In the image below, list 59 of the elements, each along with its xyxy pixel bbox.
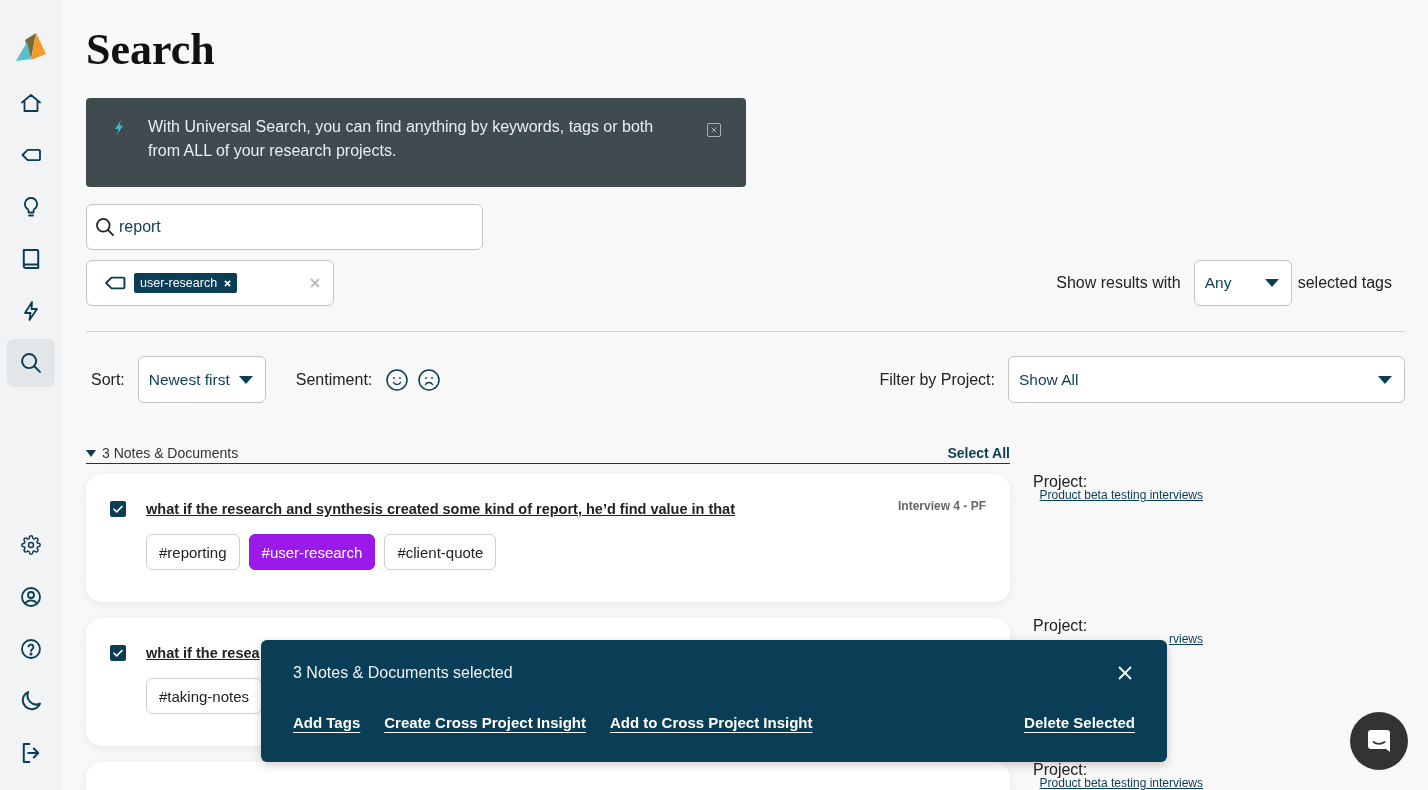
project-link[interactable]: Product beta testing interviews bbox=[1039, 489, 1203, 501]
tag-icon bbox=[104, 276, 126, 290]
tag-match-dropdown[interactable]: Any bbox=[1193, 260, 1292, 306]
sort-dropdown[interactable]: Newest first bbox=[137, 356, 266, 403]
smiley-icon[interactable] bbox=[386, 368, 409, 391]
search-field[interactable]: report bbox=[86, 204, 483, 250]
note-title-link[interactable]: what if the resea bbox=[146, 642, 260, 664]
project-dropdown[interactable]: Show All bbox=[1008, 356, 1405, 403]
action-link[interactable]: Add Tags bbox=[293, 713, 361, 733]
project-link[interactable]: rviews bbox=[1169, 633, 1203, 645]
tag-pill[interactable]: #client-quote bbox=[384, 534, 497, 570]
moon-icon bbox=[21, 691, 41, 711]
action-link[interactable]: Add to Cross Project Insight bbox=[609, 713, 813, 733]
page-title: Search bbox=[86, 26, 216, 74]
project-filter-label: Filter by Project: bbox=[879, 370, 995, 389]
home-icon bbox=[21, 93, 41, 113]
remove-icon[interactable] bbox=[224, 279, 232, 287]
chat-button[interactable] bbox=[1350, 712, 1408, 770]
logo-icon bbox=[16, 32, 46, 62]
search-icon bbox=[21, 353, 41, 373]
action-link[interactable]: Create Cross Project Insight bbox=[384, 713, 586, 733]
results-heading: 3 Notes & Documents bbox=[102, 445, 239, 461]
caret-icon bbox=[1264, 279, 1279, 287]
delete-link[interactable]: Delete Selected bbox=[1024, 713, 1135, 733]
help-icon bbox=[21, 639, 41, 659]
chat-icon bbox=[1366, 728, 1392, 754]
project-label: Project: bbox=[1033, 763, 1088, 777]
book-icon bbox=[21, 249, 41, 269]
project-link[interactable]: Product beta testing interviews bbox=[1039, 777, 1203, 789]
tag-filter-field[interactable]: user-research bbox=[86, 260, 334, 306]
checkbox[interactable] bbox=[110, 645, 126, 661]
search-icon bbox=[96, 218, 114, 236]
tag-pill[interactable]: #taking-notes bbox=[146, 678, 263, 714]
frown-icon[interactable] bbox=[418, 368, 441, 391]
tag-pill[interactable]: #reporting bbox=[146, 534, 240, 570]
match-suffix: selected tags bbox=[1297, 274, 1392, 292]
match-label: Show results with bbox=[1056, 274, 1181, 292]
sort-label: Sort: bbox=[91, 370, 125, 389]
caret-icon bbox=[1378, 375, 1392, 384]
logout-icon bbox=[21, 743, 41, 763]
sentiment-label: Sentiment: bbox=[295, 370, 373, 389]
settings-icon bbox=[21, 535, 41, 555]
selection-count: 3 Notes & Documents selected bbox=[293, 663, 513, 683]
source-label: Interview 4 - PF bbox=[897, 498, 986, 514]
lightbulb-icon bbox=[21, 197, 41, 217]
tag-chip[interactable]: user-research bbox=[134, 273, 238, 293]
note-title-link[interactable]: what if the research and synthesis created some kind of report, he’d find value in that bbox=[146, 498, 735, 520]
sidebar-item[interactable] bbox=[7, 339, 55, 387]
user-icon bbox=[21, 587, 41, 607]
tag-pill[interactable]: #user-research bbox=[248, 534, 376, 570]
project-label: Project: bbox=[1033, 475, 1088, 489]
select-all-link[interactable]: Select All bbox=[947, 445, 1010, 461]
caret-icon[interactable] bbox=[86, 449, 96, 457]
lightning-icon bbox=[21, 301, 41, 321]
project-label: Project: bbox=[1033, 619, 1088, 633]
checkbox[interactable] bbox=[110, 501, 126, 517]
caret-icon bbox=[238, 375, 253, 384]
lightning-icon bbox=[115, 120, 123, 135]
banner-text: With Universal Search, you can find anything by keywords, tags or both from ALL of your research projects. bbox=[148, 117, 655, 161]
